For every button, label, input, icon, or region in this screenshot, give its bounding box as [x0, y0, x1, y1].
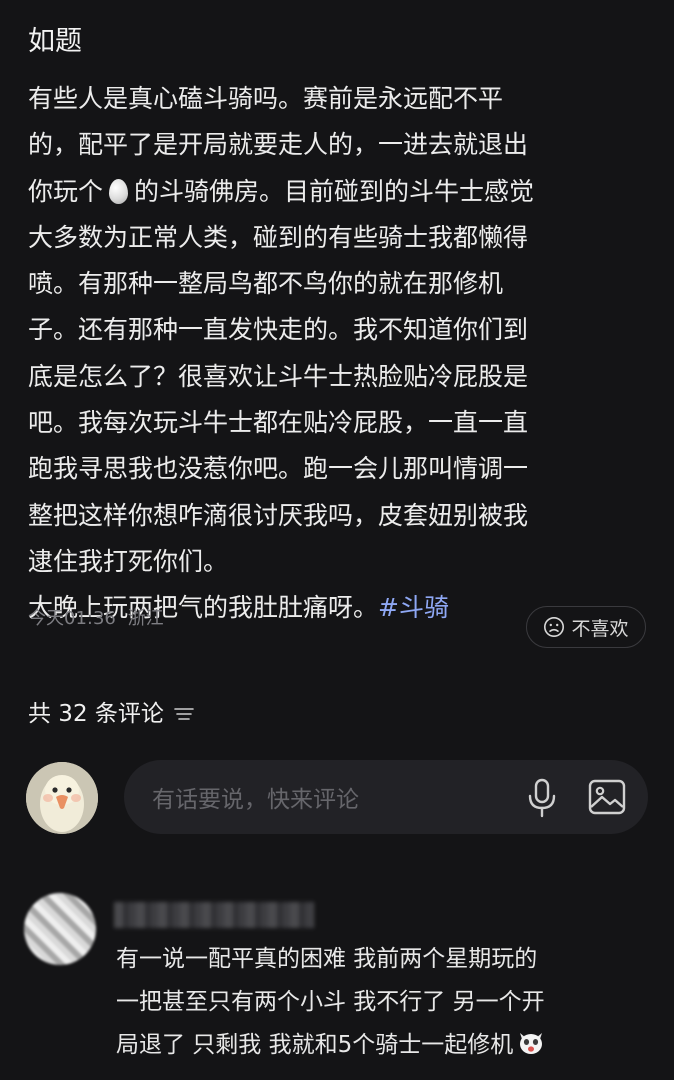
commenter-name-blurred[interactable]	[114, 902, 314, 928]
dog-face-emoji-icon	[520, 1033, 543, 1054]
dislike-label: 不喜欢	[571, 617, 629, 640]
post-body: 有些人是真心磕斗骑吗。赛前是永远配不平 的，配平了是开局就要走人的，一进去就退出…	[28, 76, 646, 632]
post-line: 子。还有那种一直发快走的。我不知道你们到	[28, 315, 529, 345]
post-time: 今天01:36	[28, 608, 116, 629]
post-line: 大多数为正常人类，碰到的有些骑士我都懒得	[28, 222, 529, 252]
user-avatar[interactable]	[26, 762, 98, 834]
hashtag-link[interactable]: #斗骑	[378, 593, 449, 622]
comment-count-label: 共 32 条评论	[28, 701, 164, 727]
post-line: 跑我寻思我也没惹你吧。跑一会儿那叫情调一	[28, 454, 529, 484]
post-line-text: 你玩个	[28, 176, 104, 206]
post-line: 底是怎么了？很喜欢让斗牛士热脸贴冷屁股是	[28, 361, 529, 391]
commenter-avatar[interactable]	[24, 893, 96, 965]
comment-count-header[interactable]: 共 32 条评论	[28, 694, 194, 734]
post-line: 的，配平了是开局就要走人的，一进去就退出	[28, 130, 529, 160]
comment-line: 一把甚至只有两个小斗 我不行了 另一个开	[116, 989, 545, 1015]
post-meta: 今天01:36 浙江	[28, 604, 170, 634]
sort-lines-icon[interactable]	[174, 706, 194, 722]
parrot-avatar-icon	[26, 762, 98, 834]
comment-line: 局退了 只剩我 我就和5个骑士一起修机	[116, 1024, 656, 1067]
image-icon[interactable]	[588, 779, 626, 815]
post-location: 浙江	[127, 608, 164, 629]
post-line: 你玩个 的斗骑佛房。目前碰到的斗牛士感觉	[28, 169, 646, 215]
post-title: 如题	[28, 26, 82, 57]
dislike-button[interactable]: 不喜欢	[526, 606, 646, 648]
post-line: 吧。我每次玩斗牛士都在贴冷屁股，一直一直	[28, 408, 529, 438]
comment-line-text: 局退了 只剩我 我就和5个骑士一起修机	[116, 1032, 514, 1058]
comment-input[interactable]: 有话要说，快来评论	[124, 760, 648, 834]
frown-face-icon	[544, 617, 565, 637]
comment-input-placeholder: 有话要说，快来评论	[152, 787, 359, 813]
comment-text: 有一说一配平真的困难 我前两个星期玩的 一把甚至只有两个小斗 我不行了 另一个开…	[116, 938, 656, 1067]
post-line: 逮住我打死你们。	[28, 546, 229, 576]
egg-emoji-icon	[109, 178, 129, 204]
post-line: 喷。有那种一整局鸟都不鸟你的就在那修机	[28, 269, 504, 299]
post-line: 有些人是真心磕斗骑吗。赛前是永远配不平	[28, 84, 504, 113]
microphone-icon[interactable]	[526, 778, 558, 818]
post-line: 整把这样你想咋滴很讨厌我吗，皮套妞别被我	[28, 500, 529, 530]
post-line-text: 的斗骑佛房。目前碰到的斗牛士感觉	[134, 176, 535, 206]
comment-line: 有一说一配平真的困难 我前两个星期玩的	[116, 946, 538, 972]
